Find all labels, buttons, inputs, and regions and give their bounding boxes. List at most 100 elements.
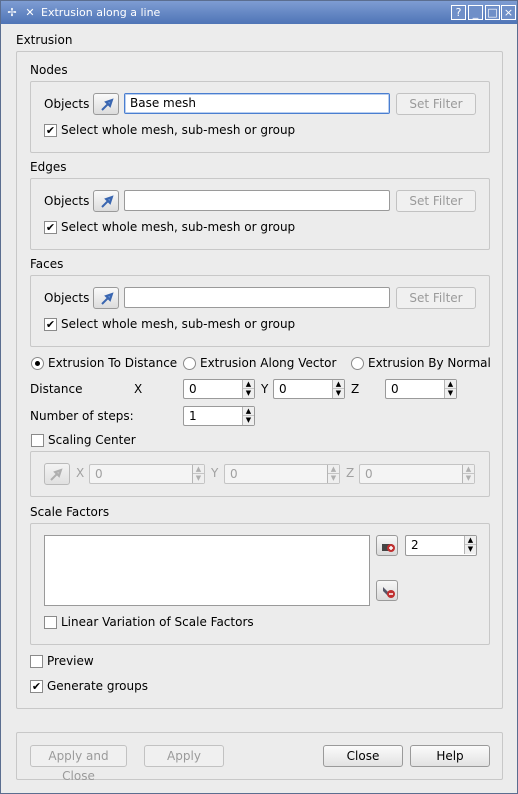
generate-groups-checkbox[interactable]: ✔ bbox=[30, 680, 43, 693]
nodes-whole-mesh-checkbox[interactable]: ✔ bbox=[44, 124, 57, 137]
extrusion-to-distance-label: Extrusion To Distance bbox=[48, 356, 178, 370]
scaling-center-y-label: Y bbox=[211, 466, 219, 480]
nodes-select-button[interactable] bbox=[93, 93, 119, 115]
spin-up-icon[interactable]: ▲ bbox=[328, 465, 339, 474]
spin-up-icon[interactable]: ▲ bbox=[463, 465, 474, 474]
edges-group bbox=[30, 178, 490, 250]
edges-whole-mesh-checkbox[interactable]: ✔ bbox=[44, 221, 57, 234]
distance-x-value: 0 bbox=[189, 382, 197, 396]
preview-label: Preview bbox=[47, 654, 94, 668]
spin-down-icon[interactable]: ▼ bbox=[445, 389, 456, 398]
window-title: Extrusion along a line bbox=[41, 6, 161, 19]
apply-button[interactable]: Apply bbox=[144, 745, 224, 767]
radio-extrusion-to-distance[interactable] bbox=[31, 357, 44, 370]
distance-x-spinbox[interactable]: 0 ▲ ▼ bbox=[183, 379, 255, 399]
faces-whole-mesh-label: Select whole mesh, sub-mesh or group bbox=[61, 317, 296, 331]
nodes-whole-mesh-label: Select whole mesh, sub-mesh or group bbox=[61, 123, 296, 137]
edges-objects-input[interactable] bbox=[124, 190, 390, 211]
edges-whole-mesh-label: Select whole mesh, sub-mesh or group bbox=[61, 220, 296, 234]
spin-up-icon[interactable]: ▲ bbox=[465, 536, 476, 545]
distance-label: Distance bbox=[30, 382, 83, 396]
scaling-center-x-spinbox[interactable]: 0 ▲ ▼ bbox=[89, 464, 205, 484]
edges-set-filter-button[interactable]: Set Filter bbox=[396, 190, 476, 212]
app-menu-icon[interactable]: ✢ bbox=[5, 6, 19, 20]
scaling-center-x-label: X bbox=[76, 466, 85, 480]
steps-value: 1 bbox=[189, 409, 197, 423]
nodes-set-filter-button[interactable]: Set Filter bbox=[396, 93, 476, 115]
add-scale-factor-button[interactable] bbox=[376, 535, 398, 556]
spin-up-icon[interactable]: ▲ bbox=[333, 380, 344, 389]
help-button[interactable]: Help bbox=[410, 745, 490, 767]
remove-icon bbox=[383, 587, 395, 598]
edges-title: Edges bbox=[30, 160, 67, 174]
distance-z-label: Z bbox=[351, 382, 360, 396]
spin-up-icon[interactable]: ▲ bbox=[243, 407, 254, 416]
preview-checkbox[interactable] bbox=[30, 655, 43, 668]
dialog-window: ✢ ✕ Extrusion along a line ? _ □ × Extru… bbox=[0, 0, 518, 794]
help-window-button[interactable]: ? bbox=[451, 5, 466, 20]
nodes-objects-input[interactable]: Base mesh bbox=[124, 93, 390, 114]
edges-select-button[interactable] bbox=[93, 190, 119, 212]
spin-down-icon[interactable]: ▼ bbox=[328, 474, 339, 483]
scaling-center-checkbox[interactable] bbox=[31, 434, 44, 447]
selection-arrow-icon bbox=[50, 468, 63, 481]
scale-factors-list[interactable] bbox=[44, 535, 370, 606]
minimize-button[interactable]: _ bbox=[468, 5, 483, 20]
spin-down-icon[interactable]: ▼ bbox=[333, 389, 344, 398]
linear-variation-label: Linear Variation of Scale Factors bbox=[61, 615, 254, 629]
radio-extrusion-along-vector[interactable] bbox=[183, 357, 196, 370]
apply-and-close-button[interactable]: Apply and Close bbox=[30, 745, 127, 783]
scale-factor-value: 2 bbox=[411, 538, 419, 552]
extrusion-group-title: Extrusion bbox=[16, 33, 73, 47]
faces-objects-input[interactable] bbox=[124, 287, 390, 308]
scaling-center-label: Scaling Center bbox=[48, 433, 136, 447]
title-bar[interactable]: ✢ ✕ Extrusion along a line ? _ □ × bbox=[1, 1, 517, 24]
spin-down-icon[interactable]: ▼ bbox=[463, 474, 474, 483]
selection-arrow-icon bbox=[101, 292, 114, 305]
spin-up-icon[interactable]: ▲ bbox=[243, 380, 254, 389]
distance-y-spinbox[interactable]: 0 ▲ ▼ bbox=[273, 379, 345, 399]
distance-y-value: 0 bbox=[279, 382, 287, 396]
selection-arrow-icon bbox=[101, 98, 114, 111]
nodes-group bbox=[30, 81, 490, 153]
close-window-button[interactable]: × bbox=[501, 5, 516, 20]
spin-up-icon[interactable]: ▲ bbox=[193, 465, 204, 474]
generate-groups-label: Generate groups bbox=[47, 679, 148, 693]
linear-variation-checkbox[interactable] bbox=[44, 616, 57, 629]
spin-down-icon[interactable]: ▼ bbox=[243, 416, 254, 425]
close-button[interactable]: Close bbox=[323, 745, 403, 767]
faces-set-filter-button[interactable]: Set Filter bbox=[396, 287, 476, 309]
faces-select-button[interactable] bbox=[93, 287, 119, 309]
pin-icon[interactable]: ✕ bbox=[23, 6, 37, 20]
nodes-title: Nodes bbox=[30, 63, 68, 77]
distance-x-label: X bbox=[134, 382, 143, 396]
scaling-center-y-spinbox[interactable]: 0 ▲ ▼ bbox=[224, 464, 340, 484]
scale-factors-title: Scale Factors bbox=[30, 505, 110, 519]
faces-whole-mesh-checkbox[interactable]: ✔ bbox=[44, 318, 57, 331]
scaling-center-select-button[interactable] bbox=[44, 463, 70, 485]
faces-title: Faces bbox=[30, 257, 64, 271]
steps-label: Number of steps: bbox=[30, 409, 134, 423]
scaling-center-z-spinbox[interactable]: 0 ▲ ▼ bbox=[359, 464, 475, 484]
scaling-center-z-label: Z bbox=[346, 466, 355, 480]
maximize-button[interactable]: □ bbox=[485, 5, 500, 20]
scaling-center-x-value: 0 bbox=[95, 467, 103, 481]
spin-down-icon[interactable]: ▼ bbox=[193, 474, 204, 483]
remove-scale-factor-button[interactable] bbox=[376, 580, 398, 601]
distance-z-spinbox[interactable]: 0 ▲ ▼ bbox=[385, 379, 457, 399]
spin-down-icon[interactable]: ▼ bbox=[465, 545, 476, 554]
steps-spinbox[interactable]: 1 ▲ ▼ bbox=[183, 406, 255, 426]
distance-y-label: Y bbox=[261, 382, 269, 396]
radio-extrusion-by-normal[interactable] bbox=[351, 357, 364, 370]
distance-z-value: 0 bbox=[391, 382, 399, 396]
scale-factor-spinbox[interactable]: 2 ▲ ▼ bbox=[405, 535, 477, 556]
edges-objects-label: Objects bbox=[44, 194, 90, 208]
selection-arrow-icon bbox=[101, 195, 114, 208]
extrusion-by-normal-label: Extrusion By Normal bbox=[368, 356, 491, 370]
scaling-center-z-value: 0 bbox=[365, 467, 373, 481]
faces-objects-label: Objects bbox=[44, 291, 90, 305]
scaling-center-y-value: 0 bbox=[230, 467, 238, 481]
add-icon bbox=[382, 544, 395, 552]
spin-down-icon[interactable]: ▼ bbox=[243, 389, 254, 398]
spin-up-icon[interactable]: ▲ bbox=[445, 380, 456, 389]
